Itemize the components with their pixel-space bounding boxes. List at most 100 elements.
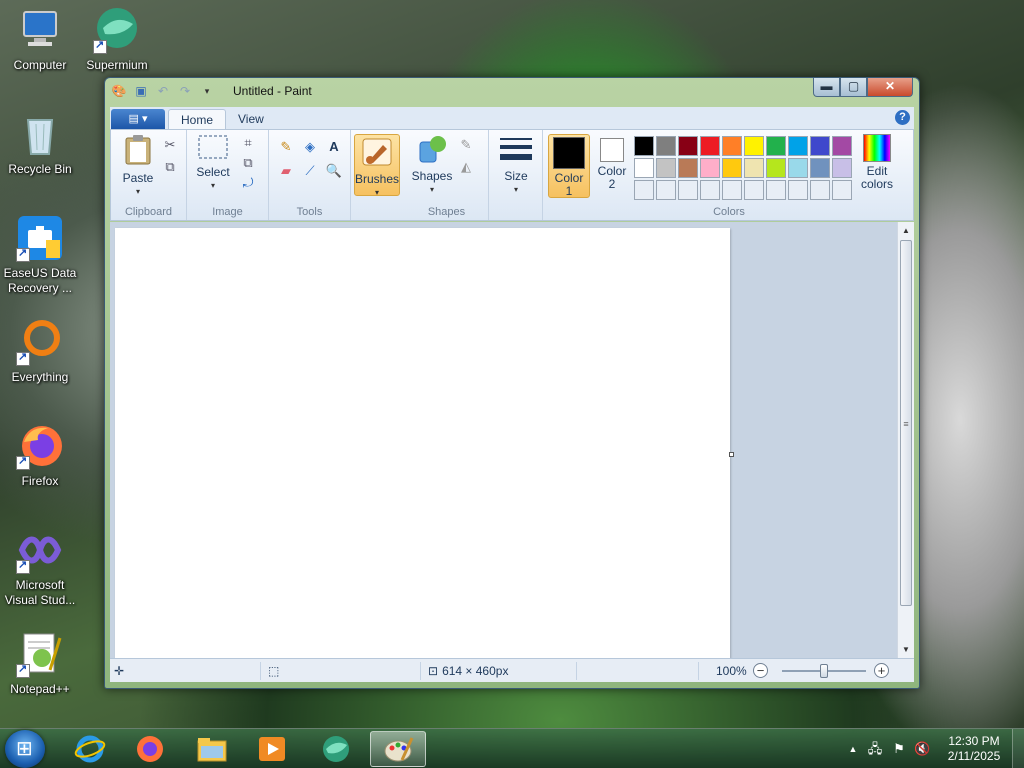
undo-icon[interactable]: ↶ bbox=[155, 83, 171, 99]
network-icon[interactable]: 🖧 bbox=[867, 741, 883, 757]
color-swatch[interactable] bbox=[832, 180, 852, 200]
taskbar-file-explorer[interactable] bbox=[184, 731, 240, 767]
color-swatch[interactable] bbox=[634, 136, 654, 156]
color-swatch[interactable] bbox=[788, 180, 808, 200]
paste-button[interactable]: Paste ▾ bbox=[119, 134, 157, 198]
show-hidden-icons-icon[interactable]: ▲ bbox=[845, 741, 861, 757]
action-center-flag-icon[interactable]: ⚑ bbox=[891, 741, 907, 757]
tab-home[interactable]: Home bbox=[168, 109, 227, 130]
color-swatch[interactable] bbox=[810, 136, 830, 156]
tab-view[interactable]: View bbox=[226, 109, 276, 130]
zoom-in-icon[interactable]: + bbox=[874, 663, 889, 678]
color-swatch[interactable] bbox=[832, 158, 852, 178]
cut-icon[interactable]: ✂ bbox=[161, 136, 179, 154]
color-swatch[interactable] bbox=[700, 158, 720, 178]
drawing-canvas[interactable] bbox=[115, 228, 730, 658]
color-picker-icon[interactable]: ⟋ bbox=[301, 162, 319, 180]
color-swatch[interactable] bbox=[744, 158, 764, 178]
save-icon[interactable]: ▣ bbox=[133, 83, 149, 99]
desktop-icon-visual-studio[interactable]: Microsoft Visual Stud... bbox=[0, 526, 80, 608]
taskbar-supermium[interactable] bbox=[308, 731, 364, 767]
volume-muted-icon[interactable]: 🔇 bbox=[914, 741, 930, 757]
color-swatch[interactable] bbox=[788, 158, 808, 178]
outline-icon[interactable]: ✎ bbox=[457, 136, 475, 154]
fill-icon[interactable]: ◈ bbox=[301, 138, 319, 156]
color-swatch[interactable] bbox=[656, 158, 676, 178]
color-swatch[interactable] bbox=[678, 136, 698, 156]
help-icon[interactable]: ? bbox=[895, 110, 910, 125]
color-swatch[interactable] bbox=[766, 136, 786, 156]
desktop-icon-notepad-plus-plus[interactable]: Notepad++ bbox=[0, 630, 80, 697]
rotate-icon[interactable]: ⤾ bbox=[239, 174, 257, 192]
taskbar-internet-explorer[interactable] bbox=[62, 731, 118, 767]
size-button[interactable]: Size ▾ bbox=[495, 134, 537, 196]
copy-icon[interactable]: ⧉ bbox=[161, 158, 179, 176]
color-swatch[interactable] bbox=[766, 158, 786, 178]
customize-qat-icon[interactable]: ▾ bbox=[199, 83, 215, 99]
color-swatch[interactable] bbox=[656, 180, 676, 200]
color1-button[interactable]: Color 1 bbox=[548, 134, 590, 198]
scroll-down-icon[interactable]: ▼ bbox=[898, 641, 914, 658]
clock[interactable]: 12:30 PM 2/11/2025 bbox=[942, 734, 1006, 764]
brushes-button[interactable]: Brushes ▾ bbox=[354, 134, 400, 197]
color-swatch[interactable] bbox=[700, 136, 720, 156]
color-swatch[interactable] bbox=[744, 180, 764, 200]
desktop-icon-everything[interactable]: Everything bbox=[0, 318, 80, 385]
eraser-icon[interactable]: ▰ bbox=[277, 162, 295, 180]
color-swatch[interactable] bbox=[634, 158, 654, 178]
start-button[interactable] bbox=[5, 730, 45, 768]
desktop-icon-computer[interactable]: Computer bbox=[0, 6, 80, 73]
canvas-resize-handle[interactable] bbox=[729, 452, 734, 457]
group-clipboard: Paste ▾ ✂ ⧉ Clipboard bbox=[111, 130, 187, 220]
zoom-level: 100% bbox=[716, 664, 747, 678]
minimize-button[interactable]: ▬ bbox=[813, 78, 840, 97]
taskbar-media-player[interactable] bbox=[244, 731, 300, 767]
desktop-icon-supermium[interactable]: Supermium bbox=[77, 6, 157, 73]
desktop-icon-firefox[interactable]: Firefox bbox=[0, 422, 80, 489]
title-bar[interactable]: 🎨 ▣ ↶ ↷ ▾ Untitled - Paint ▬ ▢ ✕ bbox=[105, 78, 919, 104]
color-swatch[interactable] bbox=[744, 136, 764, 156]
color-swatch[interactable] bbox=[810, 180, 830, 200]
color-swatch[interactable] bbox=[656, 136, 676, 156]
vertical-scrollbar[interactable]: ▲ ≡ ▼ bbox=[897, 222, 914, 658]
taskbar-firefox[interactable] bbox=[122, 731, 178, 767]
zoom-out-icon[interactable]: − bbox=[753, 663, 768, 678]
color-swatch[interactable] bbox=[678, 158, 698, 178]
scroll-thumb[interactable]: ≡ bbox=[900, 240, 912, 606]
shortcut-arrow-icon bbox=[93, 38, 107, 54]
desktop-icon-easeus[interactable]: EaseUS Data Recovery ... bbox=[0, 214, 80, 296]
zoom-slider-thumb[interactable] bbox=[820, 664, 828, 678]
crop-icon[interactable]: ⌗ bbox=[239, 134, 257, 152]
color-swatch[interactable] bbox=[700, 180, 720, 200]
color-swatch[interactable] bbox=[722, 180, 742, 200]
scroll-up-icon[interactable]: ▲ bbox=[898, 222, 914, 239]
color-swatch[interactable] bbox=[810, 158, 830, 178]
magnifier-icon[interactable]: 🔍 bbox=[325, 162, 343, 180]
maximize-button[interactable]: ▢ bbox=[840, 78, 867, 97]
color-swatch[interactable] bbox=[722, 136, 742, 156]
text-icon[interactable]: A bbox=[325, 138, 343, 156]
zoom-slider[interactable] bbox=[782, 664, 866, 678]
taskbar-paint[interactable] bbox=[370, 731, 426, 767]
color-swatch[interactable] bbox=[788, 136, 808, 156]
select-button[interactable]: Select ▾ bbox=[193, 134, 233, 192]
redo-icon[interactable]: ↷ bbox=[177, 83, 193, 99]
fill-shape-icon[interactable]: ◭ bbox=[457, 158, 475, 176]
color-swatch[interactable] bbox=[832, 136, 852, 156]
pencil-icon[interactable]: ✎ bbox=[277, 138, 295, 156]
shapes-button[interactable]: Shapes ▾ bbox=[409, 134, 455, 196]
paint-app-icon[interactable]: 🎨 bbox=[111, 83, 127, 99]
color-swatch[interactable] bbox=[678, 180, 698, 200]
edit-colors-button[interactable]: Edit colors bbox=[857, 134, 897, 191]
color-swatch[interactable] bbox=[766, 180, 786, 200]
color-swatch[interactable] bbox=[722, 158, 742, 178]
paint-menu-button[interactable]: ▤ ▾ bbox=[111, 109, 165, 129]
close-button[interactable]: ✕ bbox=[867, 78, 913, 97]
cursor-position-icon: ✛ bbox=[114, 664, 125, 678]
canvas-size-status: ⊡ 614 × 460px bbox=[428, 663, 508, 679]
show-desktop-button[interactable] bbox=[1012, 729, 1024, 768]
desktop-icon-recycle-bin[interactable]: Recycle Bin bbox=[0, 110, 80, 177]
color2-button[interactable]: Color 2 bbox=[592, 134, 632, 198]
resize-icon[interactable]: ⧉ bbox=[239, 154, 257, 172]
color-swatch[interactable] bbox=[634, 180, 654, 200]
